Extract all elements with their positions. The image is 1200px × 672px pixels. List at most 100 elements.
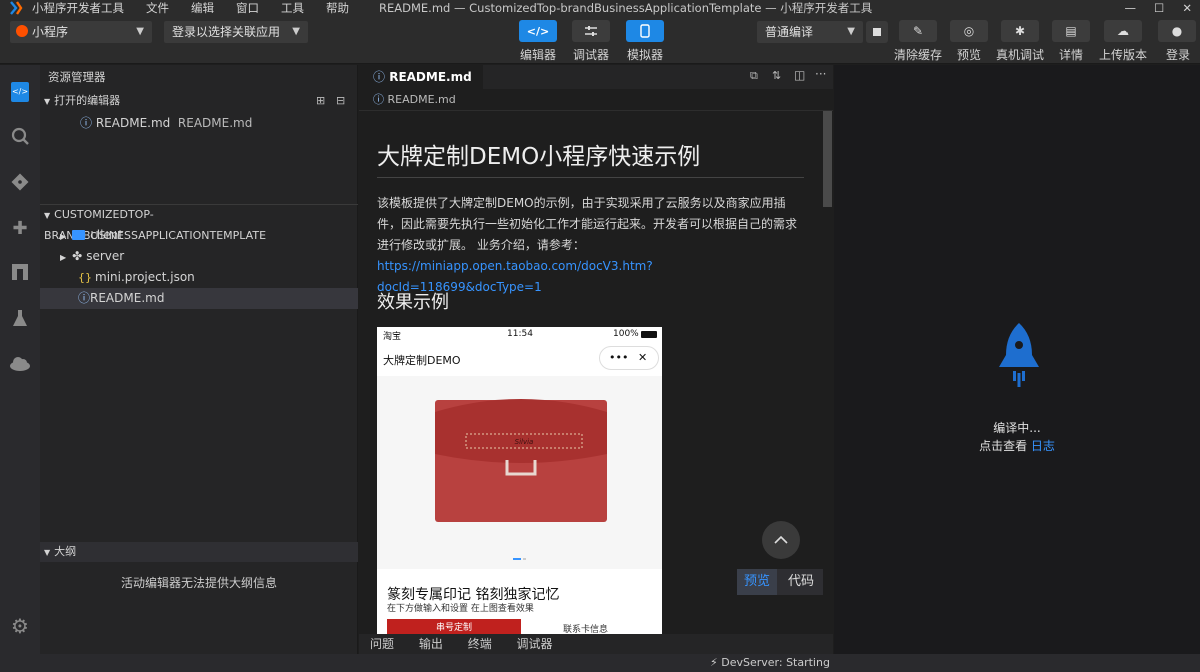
remote-debug-button[interactable]: ✱ [1001, 20, 1039, 42]
breadcrumb-label: README.md [387, 93, 456, 106]
open-editor-name: README.md [95, 116, 171, 130]
explorer-activity[interactable]: </> [0, 77, 40, 107]
project-type-select[interactable]: 小程序 ▼ [10, 21, 152, 43]
toolbar: 小程序 ▼ 登录以选择关联应用 ▼ </> 编辑器 调试器 模拟器 普通编译 ▼… [0, 16, 1200, 64]
outline-header[interactable]: ▼ 大纲 [40, 542, 358, 562]
debugger-toggle-button[interactable] [572, 20, 610, 42]
menu-app[interactable]: 小程序开发者工具 [32, 0, 124, 16]
search-activity[interactable] [0, 121, 40, 151]
tab-output[interactable]: 输出 [419, 637, 443, 651]
broom-icon: ✎ [912, 24, 924, 38]
split-preview-icon[interactable]: ⧉ [750, 69, 758, 83]
test-activity[interactable] [0, 303, 40, 333]
login-label: 登录 [1165, 48, 1190, 62]
details-button[interactable]: ▤ [1052, 20, 1090, 42]
close-icon[interactable]: ✕ [1182, 0, 1192, 16]
login-select[interactable]: 登录以选择关联应用 ▼ [164, 21, 308, 43]
tree-item-label: mini.project.json [95, 270, 195, 284]
open-editors-header[interactable]: ▼ 打开的编辑器 ⊞ ⊟ [40, 91, 358, 111]
taobao-logo-icon [16, 25, 28, 37]
compile-mode-select[interactable]: 普通编译 ▼ [757, 21, 863, 43]
split-editor-icon[interactable]: ◫ [794, 68, 805, 82]
maximize-icon[interactable]: ☐ [1154, 0, 1164, 16]
cloud-upload-icon: ☁ [1117, 24, 1129, 38]
phone-icon [640, 24, 650, 38]
menu-window[interactable]: 窗口 [236, 0, 259, 16]
code-file-icon: </> [11, 82, 29, 102]
upload-label: 上传版本 [1098, 48, 1147, 62]
tab-problems[interactable]: 问题 [370, 637, 394, 651]
tab-terminal[interactable]: 终端 [468, 637, 492, 651]
preview-toggle[interactable]: 预览 [737, 569, 777, 595]
contact-card-label: 联系卡信息 [563, 625, 609, 634]
git-compare-icon[interactable]: ⇅ [772, 69, 781, 82]
minimize-icon[interactable]: — [1125, 0, 1137, 16]
preview-button[interactable]: ◎ [950, 20, 988, 42]
section-title: 效果示例 [377, 292, 449, 313]
tree-item-mini-project-json[interactable]: {} mini.project.json [40, 267, 358, 288]
intro-text: 该模板提供了大牌定制DEMO的示例，由于实现采用了云服务以及商家应用插件，因此需… [377, 196, 798, 252]
menu-edit[interactable]: 编辑 [191, 0, 214, 16]
details-label: 详情 [1058, 48, 1083, 62]
upload-button[interactable]: ☁ [1104, 20, 1142, 42]
breadcrumb[interactable]: ⓘ README.md [359, 89, 833, 111]
project-type-label: 小程序 [32, 25, 69, 39]
battery-label: 100% [613, 329, 639, 339]
preview-code-toggle: 预览 代码 [737, 569, 823, 595]
tab-debugger[interactable]: 调试器 [517, 637, 553, 651]
extensions-activity[interactable]: ✚ [0, 213, 40, 243]
menu-help[interactable]: 帮助 [326, 0, 349, 16]
login-button[interactable]: ● [1158, 20, 1196, 42]
menu-file[interactable]: 文件 [146, 0, 169, 16]
open-editor-path: README.md [177, 116, 253, 130]
more-icon: ••• [609, 351, 629, 364]
clear-cache-button[interactable]: ✎ [899, 20, 937, 42]
tree-item-server[interactable]: ▶ ✤ server [40, 246, 358, 267]
git-activity[interactable] [0, 167, 40, 197]
puzzle-icon: ✚ [12, 217, 28, 239]
save-all-icon[interactable]: ⊞ [316, 91, 325, 111]
rocket-icon [999, 323, 1039, 387]
demo-screenshot: 淘宝 11:54 100% 大牌定制DEMO ••• ✕ Silvia 篆刻专属… [377, 327, 662, 634]
project-header[interactable]: ▼ CUSTOMIZEDTOP-BRANDBUSINESSAPPLICATIONT… [40, 204, 358, 242]
tree-item-client[interactable]: ▶ client [40, 225, 358, 246]
log-link[interactable]: 日志 [1031, 439, 1055, 453]
login-select-label: 登录以选择关联应用 [172, 25, 281, 39]
simulator-panel: 编译中... 点击查看 日志 [834, 65, 1200, 654]
simulator-toggle-button[interactable] [626, 20, 664, 42]
editor-scrollbar[interactable] [823, 111, 832, 207]
cloud-activity[interactable] [0, 349, 40, 379]
scroll-top-button[interactable] [762, 521, 800, 559]
tab-readme[interactable]: ⓘ README.md [359, 65, 483, 89]
capsule-menu: ••• ✕ [599, 346, 659, 370]
chevron-down-icon: ▼ [44, 211, 51, 220]
simulator-toggle-label: 模拟器 [626, 48, 663, 62]
info-icon: ⓘ [78, 291, 91, 305]
close-all-icon[interactable]: ⊟ [336, 91, 345, 111]
preview-icon: ◎ [963, 24, 975, 38]
devserver-status[interactable]: ⚡ DevServer: Starting [710, 654, 830, 672]
settings-activity[interactable]: ⚙ [0, 611, 40, 641]
stop-icon [873, 28, 881, 36]
code-toggle[interactable]: 代码 [781, 569, 821, 595]
tree-item-label: client [90, 228, 124, 242]
gear-icon: ⚙ [11, 614, 29, 638]
compile-stop-button[interactable] [866, 21, 888, 43]
components-activity[interactable] [0, 257, 40, 287]
open-editor-item[interactable]: ⓘ README.md README.md [40, 113, 358, 134]
editor-toggle-button[interactable]: </> [519, 20, 557, 42]
menu-tools[interactable]: 工具 [281, 0, 304, 16]
chevron-down-icon: ▼ [44, 97, 51, 106]
more-icon[interactable]: ··· [815, 67, 826, 81]
app-logo-icon [10, 1, 23, 15]
title-bar: 小程序开发者工具 文件 编辑 窗口 工具 帮助 README.md — Cust… [0, 0, 1200, 16]
status-bar: ⚡ DevServer: Starting [0, 654, 1200, 672]
chevron-down-icon: ▼ [44, 548, 51, 557]
markdown-preview: 大牌定制DEMO小程序快速示例 该模板提供了大牌定制DEMO的示例，由于实现采用… [359, 111, 833, 634]
json-icon: {} [78, 271, 92, 284]
tree-item-readme[interactable]: ⓘREADME.md [40, 288, 358, 309]
info-icon: ⓘ [373, 93, 384, 106]
sliders-icon [585, 26, 597, 36]
chevron-down-icon: ▼ [136, 26, 144, 37]
window-title: README.md — CustomizedTop-brandBusinessA… [379, 1, 873, 15]
